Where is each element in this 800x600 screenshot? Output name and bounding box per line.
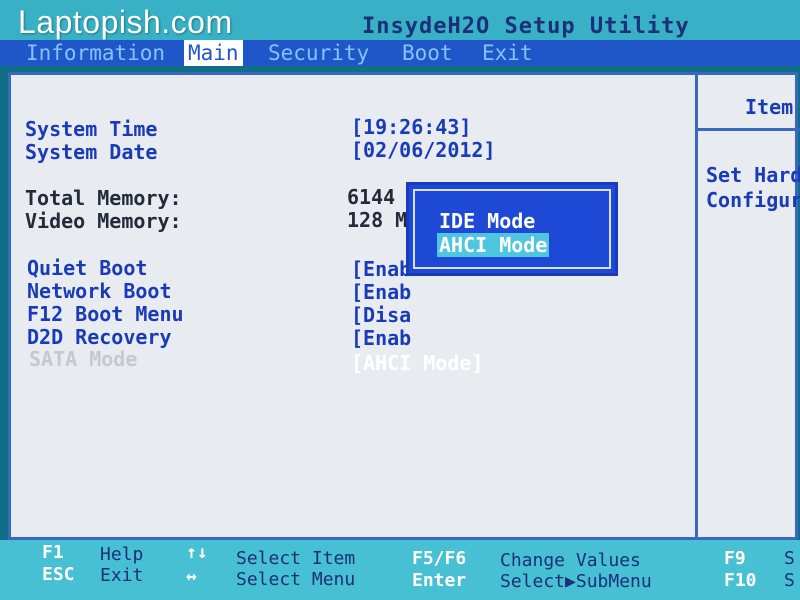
f12-boot-menu-label[interactable]: F12 Boot Menu bbox=[27, 302, 184, 326]
system-time-label[interactable]: System Time bbox=[25, 117, 157, 141]
sata-mode-value[interactable]: [AHCI Mode] bbox=[351, 351, 483, 375]
total-memory-label: Total Memory: bbox=[25, 186, 182, 210]
left-right-arrows-icon: ↔ bbox=[186, 566, 197, 587]
system-date-label[interactable]: System Date bbox=[25, 140, 157, 164]
tab-information[interactable]: Information bbox=[22, 40, 169, 66]
tab-exit[interactable]: Exit bbox=[478, 40, 537, 66]
help-text-line-2: Configur bbox=[706, 188, 800, 212]
video-memory-label: Video Memory: bbox=[25, 209, 182, 233]
up-down-arrows-icon: ↑↓ bbox=[186, 542, 208, 563]
key-updown-desc: Select Item bbox=[236, 548, 356, 569]
option-ide-mode[interactable]: IDE Mode bbox=[437, 209, 537, 233]
system-date-value[interactable]: [02/06/2012] bbox=[351, 138, 496, 162]
tab-boot[interactable]: Boot bbox=[398, 40, 457, 66]
sata-mode-label[interactable]: SATA Mode bbox=[29, 347, 137, 371]
app-title: InsydeH2O Setup Utility bbox=[362, 14, 690, 39]
d2d-recovery-value[interactable]: [Enab bbox=[351, 326, 411, 350]
help-title: Item bbox=[745, 95, 794, 119]
tab-security[interactable]: Security bbox=[264, 40, 373, 66]
key-enter-desc: Select▶SubMenu bbox=[500, 571, 652, 592]
key-enter: Enter bbox=[412, 570, 467, 591]
site-watermark: Laptopish.com bbox=[18, 4, 233, 40]
key-f5f6-desc: Change Values bbox=[500, 550, 641, 571]
sata-mode-popup: IDE Mode AHCI Mode bbox=[406, 182, 618, 276]
key-f10-desc: S bbox=[784, 570, 795, 591]
help-divider bbox=[695, 75, 698, 537]
key-esc: ESC bbox=[42, 564, 75, 585]
quiet-boot-label[interactable]: Quiet Boot bbox=[27, 256, 147, 280]
network-boot-label[interactable]: Network Boot bbox=[27, 279, 172, 303]
key-f1: F1 bbox=[42, 542, 64, 563]
f12-boot-menu-value[interactable]: [Disa bbox=[351, 303, 411, 327]
tab-main[interactable]: Main bbox=[184, 40, 243, 66]
option-ahci-mode[interactable]: AHCI Mode bbox=[437, 233, 550, 257]
key-help-bar: F1 Help ESC Exit ↑↓ Select Item ↔ Select… bbox=[0, 540, 800, 600]
help-rule bbox=[698, 128, 800, 131]
menu-bar: Information Main Security Boot Exit bbox=[0, 40, 800, 66]
key-leftright-desc: Select Menu bbox=[236, 569, 356, 590]
header-bar: Laptopish.com InsydeH2O Setup Utility bbox=[0, 0, 800, 44]
quiet-boot-value[interactable]: [Enab bbox=[351, 257, 411, 281]
settings-panel: Item Set Hard Configur System Time [19:2… bbox=[8, 72, 800, 540]
key-f10: F10 bbox=[724, 570, 757, 591]
system-time-value[interactable]: [19:26:43] bbox=[351, 115, 471, 139]
key-f5-f6: F5/F6 bbox=[412, 548, 467, 569]
help-text-line-1: Set Hard bbox=[706, 163, 800, 187]
key-f1-desc: Help bbox=[100, 544, 144, 565]
network-boot-value[interactable]: [Enab bbox=[351, 280, 411, 304]
key-f9: F9 bbox=[724, 548, 746, 569]
key-f9-desc: S bbox=[784, 548, 795, 569]
d2d-recovery-label[interactable]: D2D Recovery bbox=[27, 325, 172, 349]
key-esc-desc: Exit bbox=[100, 565, 144, 586]
